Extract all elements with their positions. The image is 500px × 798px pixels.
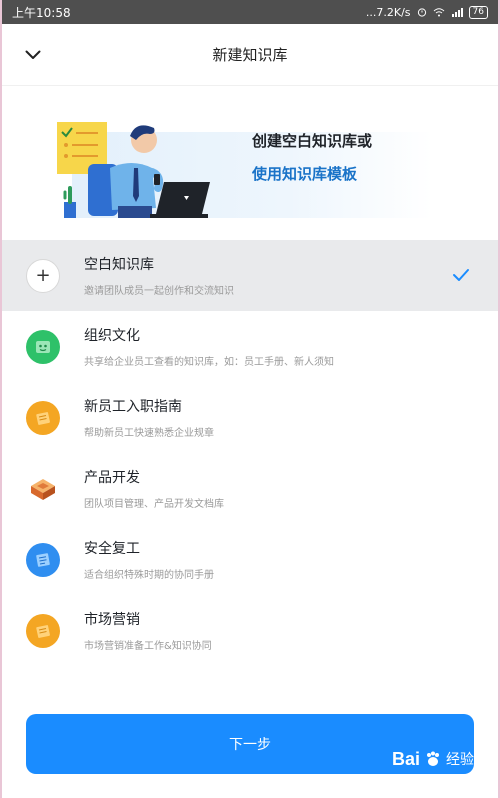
checkmark-icon	[453, 269, 469, 281]
item-description: 适合组织特殊时期的协同手册	[84, 570, 214, 581]
item-text: 产品开发 团队项目管理、产品开发文档库	[84, 467, 224, 510]
culture-icon	[26, 329, 60, 364]
item-title: 市场营销	[84, 612, 140, 628]
chevron-down-icon	[25, 50, 41, 59]
item-description: 邀请团队成员一起创作和交流知识	[84, 286, 234, 297]
item-title: 新员工入职指南	[84, 399, 182, 415]
hero-text: 创建空白知识库或 使用知识库模板	[252, 130, 372, 184]
item-description: 市场营销准备工作&知识协同	[84, 641, 212, 652]
list-item-marketing[interactable]: 市场营销 市场营销准备工作&知识协同	[2, 595, 498, 666]
item-description: 帮助新员工快速熟悉企业规章	[84, 428, 214, 439]
item-title: 空白知识库	[84, 257, 154, 273]
status-bar: 上午10:58 ...7.2K/s 76	[2, 0, 498, 24]
status-indicators: ...7.2K/s 76	[365, 5, 488, 19]
back-button[interactable]	[20, 42, 46, 68]
wifi-icon	[433, 8, 444, 17]
template-list: + 空白知识库 邀请团队成员一起创作和交流知识 组织文化 共享给企业员工查看的知…	[2, 240, 498, 666]
item-text: 新员工入职指南 帮助新员工快速熟悉企业规章	[84, 396, 214, 439]
hero-banner: 创建空白知识库或 使用知识库模板	[52, 110, 452, 222]
hero-illustration	[57, 122, 210, 218]
item-text: 组织文化 共享给企业员工查看的知识库，如：员工手册、新人须知	[84, 325, 334, 368]
item-text: 市场营销 市场营销准备工作&知识协同	[84, 609, 212, 652]
paw-icon	[427, 751, 439, 766]
item-text: 安全复工 适合组织特殊时期的协同手册	[84, 538, 214, 581]
item-title: 组织文化	[84, 328, 140, 344]
network-speed: ...7.2K/s	[365, 5, 411, 19]
alarm-icon	[417, 8, 426, 17]
watermark-suffix: 经验	[446, 751, 474, 767]
status-time: 上午10:58	[12, 5, 71, 20]
item-text: 空白知识库 邀请团队成员一起创作和交流知识	[84, 254, 234, 297]
onboarding-icon	[26, 400, 60, 435]
item-description: 共享给企业员工查看的知识库，如：员工手册、新人须知	[84, 357, 334, 368]
list-item-safety[interactable]: 安全复工 适合组织特殊时期的协同手册	[2, 524, 498, 595]
item-title: 产品开发	[84, 470, 140, 486]
hero-heading: 创建空白知识库或	[252, 132, 373, 150]
template-link[interactable]: 使用知识库模板	[252, 163, 372, 184]
marketing-icon	[26, 613, 60, 648]
page-title: 新建知识库	[212, 46, 288, 64]
safety-icon	[26, 542, 60, 577]
item-title: 安全复工	[84, 541, 140, 557]
watermark-brand: Bai	[391, 748, 420, 769]
list-item-onboarding[interactable]: 新员工入职指南 帮助新员工快速熟悉企业规章	[2, 382, 498, 453]
product-icon	[26, 472, 60, 506]
list-item-blank[interactable]: + 空白知识库 邀请团队成员一起创作和交流知识	[2, 240, 498, 311]
nav-bar: 新建知识库	[2, 24, 498, 86]
watermark: Bai 经验	[392, 744, 474, 774]
list-item-product[interactable]: 产品开发 团队项目管理、产品开发文档库	[2, 453, 498, 524]
signal-icon	[451, 8, 463, 17]
list-item-culture[interactable]: 组织文化 共享给企业员工查看的知识库，如：员工手册、新人须知	[2, 311, 498, 382]
battery-indicator: 76	[468, 5, 488, 19]
plus-icon: +	[26, 258, 60, 293]
item-description: 团队项目管理、产品开发文档库	[84, 499, 224, 510]
